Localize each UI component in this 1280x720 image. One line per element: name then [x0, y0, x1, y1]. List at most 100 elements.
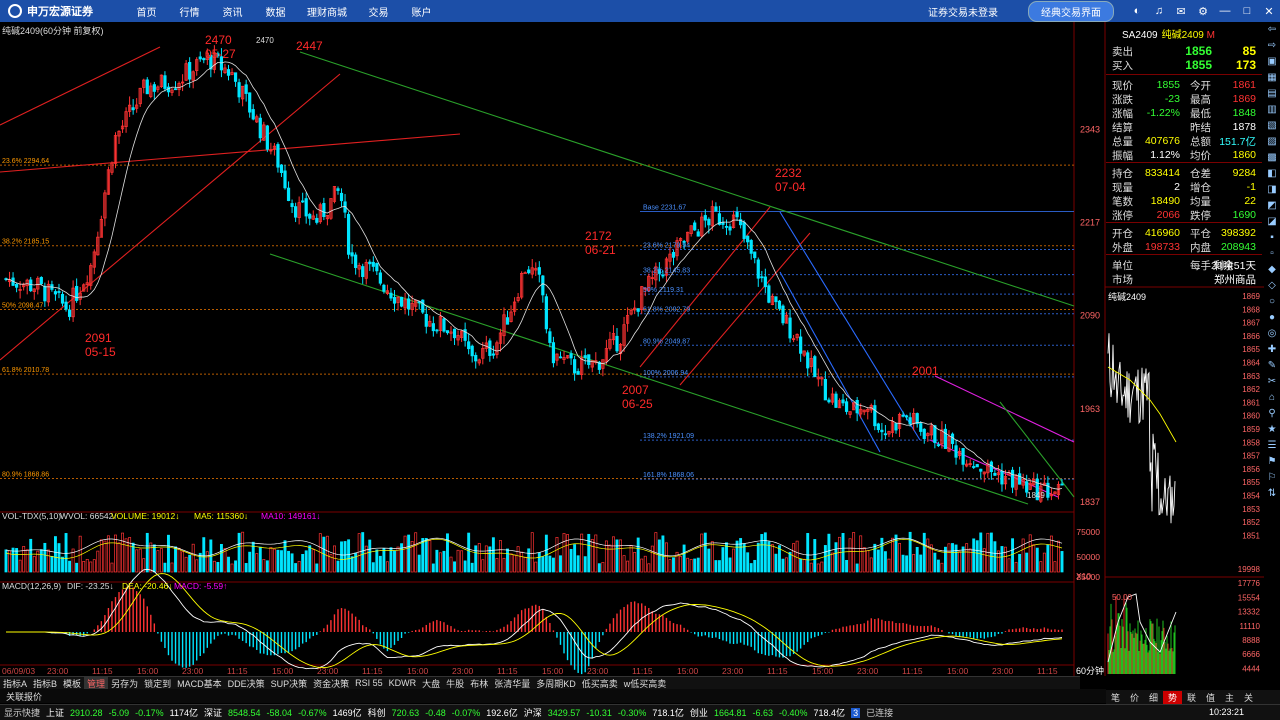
candle-body: [961, 448, 965, 465]
panel-tab[interactable]: 值: [1201, 691, 1220, 704]
tool-17-icon[interactable]: ●: [1264, 311, 1280, 325]
maximize-icon[interactable]: □: [1236, 5, 1258, 17]
nav-data[interactable]: 数据: [254, 4, 297, 19]
tool-9-icon[interactable]: ◨: [1264, 183, 1280, 197]
nav-news[interactable]: 资讯: [211, 4, 254, 19]
close-icon[interactable]: ✕: [1258, 5, 1280, 18]
tool-5-icon[interactable]: ▧: [1264, 119, 1280, 133]
indicator-tab[interactable]: 指标A: [0, 677, 30, 690]
indicator-tab[interactable]: 锁定到: [141, 677, 174, 690]
indicator-tab[interactable]: KDWR: [386, 678, 420, 688]
volume-bar: [241, 531, 245, 573]
volume-bar: [159, 548, 163, 573]
nav-wealth[interactable]: 理财商城: [297, 4, 357, 19]
quote-label: 最低: [1190, 107, 1211, 120]
tool-11-icon[interactable]: ◪: [1264, 215, 1280, 229]
tool-14-icon[interactable]: ◆: [1264, 263, 1280, 277]
chart-grid: [0, 22, 1264, 676]
tool-4-icon[interactable]: ▥: [1264, 103, 1280, 117]
indicator-tab[interactable]: 牛股: [443, 677, 467, 690]
panel-tab[interactable]: 势: [1163, 690, 1182, 704]
volume-bar: [103, 540, 107, 573]
volume-bar: [823, 545, 827, 573]
panel-tab[interactable]: 联: [1182, 691, 1201, 704]
indicator-tab[interactable]: 张清华量: [491, 677, 533, 690]
indicator-tab[interactable]: 指标B: [30, 677, 60, 690]
quick-toggle[interactable]: 显示快捷: [4, 706, 40, 719]
tool-24-icon[interactable]: ★: [1264, 423, 1280, 437]
connection-status[interactable]: 已连接: [866, 706, 893, 719]
classic-trade-button[interactable]: 经典交易界面: [1028, 0, 1114, 22]
tool-27-icon[interactable]: ⚐: [1264, 471, 1280, 485]
quote-row: 单位 每手20吨 剩余51天: [1106, 258, 1262, 272]
tool-23-icon[interactable]: ⚲: [1264, 407, 1280, 421]
time-label: 11:15: [1037, 666, 1058, 676]
tool-6-icon[interactable]: ▨: [1264, 135, 1280, 149]
mail-icon[interactable]: ✉: [1170, 5, 1192, 18]
nav-quotes[interactable]: 行情: [168, 4, 211, 19]
indicator-tab[interactable]: 另存为: [108, 677, 141, 690]
panel-tab[interactable]: 细: [1144, 691, 1163, 704]
period-label[interactable]: 60分钟: [1076, 664, 1104, 677]
indicator-tab[interactable]: 多周期KD: [533, 677, 579, 690]
indicator-tab[interactable]: RSI 55: [352, 678, 386, 688]
candle-body: [339, 192, 344, 202]
panel-tab[interactable]: 笔: [1106, 691, 1125, 704]
tool-7-icon[interactable]: ▩: [1264, 151, 1280, 165]
indicator-tab[interactable]: 低买高卖: [579, 677, 621, 690]
tool-28-icon[interactable]: ⇅: [1264, 487, 1280, 501]
quote-value: 1878: [1232, 121, 1256, 133]
date-annotation: 05-27: [205, 47, 236, 61]
theme-icon[interactable]: ◐: [1126, 5, 1148, 17]
indicator-tab[interactable]: DDE决策: [225, 677, 268, 690]
candle-body: [774, 296, 778, 303]
panel-tab[interactable]: 关: [1239, 691, 1258, 704]
tool-16-icon[interactable]: ○: [1264, 295, 1280, 309]
indicator-tab[interactable]: SUP决策: [268, 677, 311, 690]
back-icon[interactable]: ⇦: [1264, 23, 1280, 37]
tool-19-icon[interactable]: ✚: [1264, 343, 1280, 357]
panel-tab[interactable]: 价: [1125, 691, 1144, 704]
volume-bar: [562, 533, 566, 573]
indicator-tab[interactable]: 模板: [60, 677, 84, 690]
tool-8-icon[interactable]: ◧: [1264, 167, 1280, 181]
indicator-tab[interactable]: w低买高卖: [621, 677, 670, 690]
tool-3-icon[interactable]: ▤: [1264, 87, 1280, 101]
forward-icon[interactable]: ⇨: [1264, 39, 1280, 53]
tool-21-icon[interactable]: ✂: [1264, 375, 1280, 389]
tool-10-icon[interactable]: ◩: [1264, 199, 1280, 213]
minimize-icon[interactable]: —: [1214, 5, 1236, 17]
nav-home[interactable]: 首页: [125, 4, 168, 19]
mini-vol-axis: 11110: [1240, 622, 1261, 631]
quote-label: 涨停: [1112, 209, 1133, 222]
mini-price-label: 1859: [1242, 425, 1260, 434]
tool-20-icon[interactable]: ✎: [1264, 359, 1280, 373]
tool-15-icon[interactable]: ◇: [1264, 279, 1280, 293]
tool-26-icon[interactable]: ⚑: [1264, 455, 1280, 469]
linked-quote-label[interactable]: 关联报价: [6, 690, 42, 703]
headset-icon[interactable]: ♫: [1148, 5, 1170, 17]
login-status[interactable]: 证券交易未登录: [928, 4, 998, 19]
tool-18-icon[interactable]: ◎: [1264, 327, 1280, 341]
panel-tab[interactable]: 主: [1220, 691, 1239, 704]
tool-22-icon[interactable]: ⌂: [1264, 391, 1280, 405]
nav-trade[interactable]: 交易: [357, 4, 400, 19]
time-label: 23:00: [857, 666, 879, 676]
volume-bar: [198, 552, 202, 573]
tool-13-icon[interactable]: ▫: [1264, 247, 1280, 261]
tool-12-icon[interactable]: ▪: [1264, 231, 1280, 245]
tool-1-icon[interactable]: ▣: [1264, 55, 1280, 69]
indicator-tab[interactable]: 管理: [84, 676, 109, 690]
volume-bar: [283, 540, 287, 573]
candle-body: [276, 144, 280, 168]
indicator-tab[interactable]: MACD基本: [174, 677, 225, 690]
tool-25-icon[interactable]: ☰: [1264, 439, 1280, 453]
candle-body: [799, 336, 803, 354]
chart-canvas[interactable]: 2343 2217 2090 1963 1837 23.6% 2294.64 38.2% 2…: [0, 22, 1264, 676]
indicator-tab[interactable]: 大盘: [419, 677, 443, 690]
settings-icon[interactable]: ⚙: [1192, 5, 1214, 18]
nav-account[interactable]: 账户: [400, 4, 443, 19]
tool-2-icon[interactable]: ▦: [1264, 71, 1280, 85]
indicator-tab[interactable]: 资金决策: [310, 677, 352, 690]
indicator-tab[interactable]: 布林: [467, 677, 491, 690]
